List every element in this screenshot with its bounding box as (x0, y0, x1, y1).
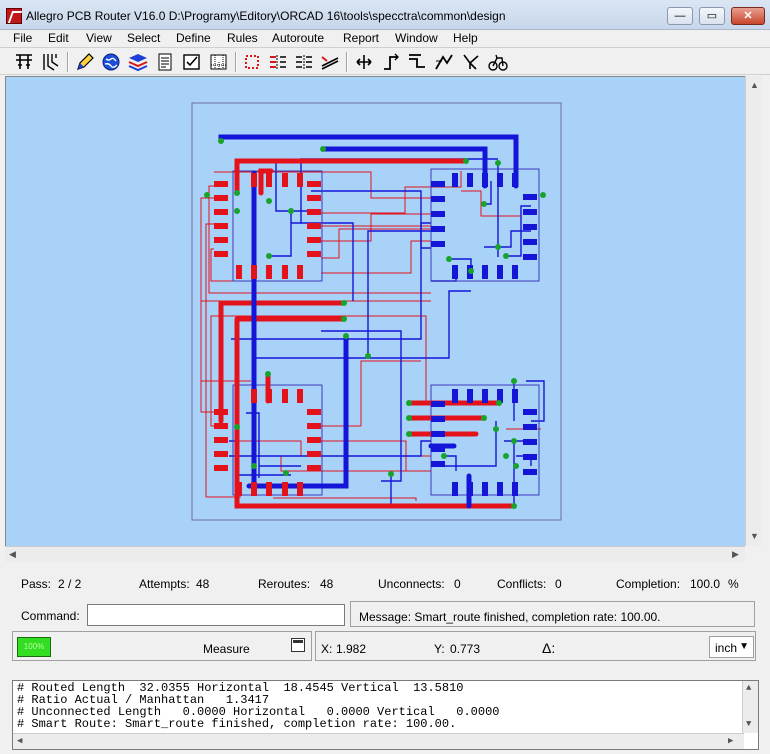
output-console[interactable]: # Routed Length 32.0355 Horizontal 18.45… (12, 680, 759, 750)
wire-icon[interactable] (380, 51, 402, 73)
measure-label: Measure (203, 642, 250, 656)
select-mode-icon[interactable] (13, 51, 35, 73)
console-line: # Smart Route: Smart_route finished, com… (17, 717, 457, 731)
unconnects-label: Unconnects: (378, 577, 445, 591)
pass-label: Pass: (21, 577, 52, 591)
message-text: Message: Smart_route finished, completio… (359, 610, 661, 624)
x-label: X: (321, 642, 333, 656)
unit-select[interactable]: inch ▼ (709, 636, 754, 658)
menu-define[interactable]: Define (176, 30, 211, 47)
fork-icon[interactable] (460, 51, 482, 73)
scroll-right-icon[interactable]: ▶ (728, 736, 733, 746)
conflicts-value: 0 (555, 577, 562, 591)
menu-edit[interactable]: Edit (48, 30, 69, 47)
measure-panel: 100% Measure (12, 631, 312, 661)
close-button[interactable]: ✕ (731, 7, 765, 25)
bike-icon[interactable] (487, 51, 509, 73)
attempts-value: 48 (196, 577, 210, 591)
chevron-down-icon: ▼ (739, 641, 749, 652)
canvas-vertical-scrollbar[interactable]: ▲ ▼ (745, 76, 762, 546)
y-label: Y: (434, 642, 445, 656)
menu-window[interactable]: Window (395, 30, 438, 47)
pcb-canvas[interactable] (5, 76, 745, 546)
menu-autoroute[interactable]: Autoroute (272, 30, 324, 47)
pen-icon[interactable] (73, 51, 95, 73)
menu-bar: File Edit View Select Define Rules Autor… (0, 30, 770, 47)
layers-icon[interactable] (127, 51, 149, 73)
route-mode-icon[interactable] (40, 51, 62, 73)
canvas-horizontal-scrollbar[interactable]: ◀ ▶ (5, 546, 745, 562)
routing-status-bar: Pass: 2 / 2 Attempts: 48 Reroutes: 48 Un… (12, 568, 756, 596)
completion-label: Completion: (616, 577, 681, 591)
attempts-label: Attempts: (139, 577, 190, 591)
window-title: Allegro PCB Router V16.0 D:\Programy\Edi… (26, 9, 506, 23)
scroll-left-icon[interactable]: ◀ (9, 549, 16, 560)
message-panel: Message: Smart_route finished, completio… (350, 601, 755, 627)
scroll-down-icon[interactable]: ▼ (750, 531, 759, 541)
progress-led: 100% (17, 637, 51, 657)
command-input[interactable] (87, 604, 345, 626)
menu-select[interactable]: Select (127, 30, 160, 47)
title-bar: Allegro PCB Router V16.0 D:\Programy\Edi… (0, 0, 770, 30)
conflicts-label: Conflicts: (497, 577, 547, 591)
completion-unit: % (728, 577, 739, 591)
scroll-up-icon[interactable]: ▲ (746, 683, 751, 693)
component-icon[interactable] (241, 51, 263, 73)
console-horizontal-scrollbar[interactable]: ◀ ▶ (13, 733, 744, 749)
toolbar (0, 47, 770, 75)
grid-icon[interactable] (208, 51, 230, 73)
reroutes-label: Reroutes: (258, 577, 311, 591)
pass-value: 2 / 2 (58, 577, 82, 591)
menu-file[interactable]: File (13, 30, 32, 47)
coordinate-panel: X: 1.982 Y: 0.773 Δ: inch ▼ (315, 631, 756, 661)
scroll-up-icon[interactable]: ▲ (750, 80, 759, 90)
document-icon[interactable] (154, 51, 176, 73)
smart-route-icon[interactable] (433, 51, 455, 73)
fanout-icon[interactable] (267, 51, 289, 73)
bus-icon[interactable] (293, 51, 315, 73)
diagonal-route-icon[interactable] (319, 51, 341, 73)
console-vertical-scrollbar[interactable]: ▲ ▼ (742, 681, 758, 733)
menu-view[interactable]: View (86, 30, 112, 47)
move-icon[interactable] (353, 51, 375, 73)
coordinate-row: 100% Measure X: 1.982 Y: 0.773 Δ: inch ▼ (12, 631, 756, 661)
menu-help[interactable]: Help (453, 30, 478, 47)
unconnects-value: 0 (454, 577, 461, 591)
minimize-button[interactable]: — (667, 7, 693, 25)
x-value: 1.982 (336, 642, 367, 656)
command-label: Command: (21, 609, 80, 623)
menu-rules[interactable]: Rules (227, 30, 258, 47)
menu-report[interactable]: Report (343, 30, 379, 47)
allegro-app-icon (6, 8, 22, 24)
delta-label: Δ: (542, 640, 556, 656)
wire-alt-icon[interactable] (406, 51, 428, 73)
pcb-board-view[interactable] (6, 77, 746, 547)
globe-icon[interactable] (100, 51, 122, 73)
reroutes-value: 48 (320, 577, 334, 591)
scroll-down-icon[interactable]: ▼ (746, 719, 751, 729)
maximize-button[interactable]: ▭ (699, 7, 725, 25)
command-row: Command: Message: Smart_route finished, … (12, 599, 756, 629)
unit-value: inch (715, 641, 738, 655)
scroll-left-icon[interactable]: ◀ (17, 736, 22, 746)
y-value: 0.773 (450, 642, 481, 656)
checkbox-icon[interactable] (181, 51, 203, 73)
scroll-right-icon[interactable]: ▶ (732, 549, 739, 560)
completion-value: 100.0 (690, 577, 721, 591)
calendar-icon[interactable] (291, 638, 305, 652)
